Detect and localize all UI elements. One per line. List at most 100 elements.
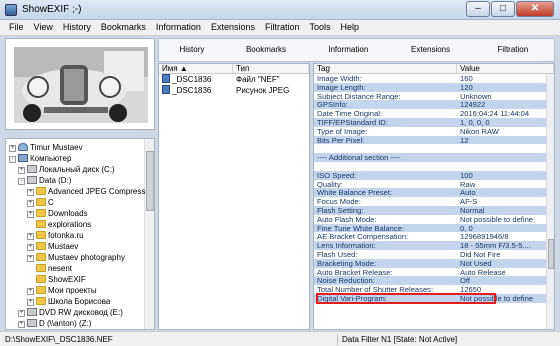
tag-row[interactable]: Type of Image: Nikon RAW xyxy=(314,127,554,136)
tree-item[interactable]: + Mustaev photography xyxy=(27,252,125,263)
tag-value: 2016:04:24 11:44:04 xyxy=(460,109,530,118)
tag-row[interactable] xyxy=(314,144,554,153)
toolbar-information-button[interactable]: Information xyxy=(307,39,389,61)
toolbar-bookmarks-button[interactable]: Bookmarks xyxy=(225,39,307,61)
status-filter: Data Filter N1 [State: Not Active] xyxy=(342,335,458,344)
tag-row[interactable]: Auto Bracket Release: Auto Release xyxy=(314,268,554,277)
expand-toggle-icon[interactable]: + xyxy=(27,255,34,262)
tag-row[interactable] xyxy=(314,162,554,171)
tag-row[interactable] xyxy=(314,303,554,312)
tree-item[interactable]: + D (\\anton) (Z:) xyxy=(18,318,91,329)
toolbar-filtration-button[interactable]: Filtration xyxy=(472,39,554,61)
tree-item[interactable]: + Школа Борисова xyxy=(27,296,110,307)
tag-row[interactable]: Date Time Original: 2016:04:24 11:44:04 xyxy=(314,109,554,118)
expand-toggle-icon[interactable]: + xyxy=(27,200,34,207)
file-row[interactable]: _DSC1836 Рисунок JPEG xyxy=(159,85,309,96)
tag-row[interactable]: Noise Reduction: Off xyxy=(314,276,554,286)
column-name[interactable]: Имя ▲ xyxy=(159,64,233,73)
tree-item[interactable]: + C xyxy=(27,197,54,208)
tag-row[interactable]: TIFF/EPStandard ID: 1, 0, 0, 0 xyxy=(314,117,554,127)
maximize-button[interactable]: □ xyxy=(491,1,515,17)
tree-item[interactable]: nesent xyxy=(27,263,72,274)
menu-information[interactable]: Information xyxy=(151,20,206,35)
menu-file[interactable]: File xyxy=(4,20,29,35)
expand-toggle-icon[interactable]: + xyxy=(18,167,25,174)
menu-extensions[interactable]: Extensions xyxy=(206,20,260,35)
tree-item-label: Локальный диск (C:) xyxy=(39,165,115,174)
tag-row[interactable]: Auto Flash Mode: Not possible to define xyxy=(314,215,554,224)
expand-toggle-icon[interactable]: + xyxy=(18,310,25,317)
drive-icon xyxy=(27,308,37,316)
file-row[interactable]: _DSC1836 Файл "NEF" xyxy=(159,74,309,85)
tag-value: Off xyxy=(460,276,470,286)
tree-item[interactable]: + Downloads xyxy=(27,208,88,219)
menu-view[interactable]: View xyxy=(29,20,58,35)
tree-item[interactable]: + Advanced JPEG Compress xyxy=(27,186,145,197)
tag-scrollbar[interactable] xyxy=(546,74,554,329)
expand-toggle-icon[interactable]: + xyxy=(27,244,34,251)
tag-row[interactable]: GPSInfo: 124922 xyxy=(314,100,554,110)
menu-history[interactable]: History xyxy=(58,20,96,35)
expand-toggle-icon[interactable]: + xyxy=(18,321,25,328)
tag-row[interactable]: AE Bracket Compensation: 1296891946/8 xyxy=(314,232,554,241)
tag-row[interactable]: Image Length: 120 xyxy=(314,82,554,92)
tag-row[interactable]: Bracketing Mode: Not Used xyxy=(314,258,554,268)
tag-row[interactable]: Flash Setting: Normal xyxy=(314,205,554,215)
minimize-button[interactable]: – xyxy=(466,1,490,17)
tag-row[interactable]: Image Width: 160 xyxy=(314,74,554,83)
tag-row[interactable]: Quality: Raw xyxy=(314,180,554,189)
column-type[interactable]: Тип xyxy=(233,64,309,73)
menu-filtration[interactable]: Filtration xyxy=(260,20,305,35)
tree-item[interactable]: + fotonka.ru xyxy=(27,230,84,241)
tree-item[interactable]: explorations xyxy=(27,219,91,230)
tag-row[interactable]: Flash Used: Did Not Fire xyxy=(314,250,554,259)
tree-item[interactable]: - Data (D:) xyxy=(18,175,71,186)
close-button[interactable]: ✕ xyxy=(516,1,554,17)
toolbar-history-button[interactable]: History xyxy=(159,39,225,61)
expand-toggle-icon[interactable]: + xyxy=(27,189,34,196)
tree-scrollbar[interactable] xyxy=(144,139,154,329)
tag-row[interactable]: ---- Additional section ---- xyxy=(314,153,554,162)
expand-toggle-icon[interactable]: + xyxy=(27,288,34,295)
tag-name: Flash Setting: xyxy=(317,205,364,215)
tag-row[interactable]: Lens Information: 18 - 55mm F/3.5-5.... xyxy=(314,241,554,250)
expand-toggle-icon[interactable]: + xyxy=(27,299,34,306)
tree-item[interactable]: + Mustaev xyxy=(27,241,78,252)
expand-toggle-icon[interactable]: - xyxy=(9,156,16,163)
expand-toggle-icon[interactable]: + xyxy=(9,145,16,152)
tag-value xyxy=(457,153,460,162)
expand-toggle-icon[interactable]: - xyxy=(18,178,25,185)
expand-toggle-icon[interactable]: + xyxy=(27,233,34,240)
tag-row[interactable]: Focus Mode: AF-S xyxy=(314,197,554,206)
tree-item[interactable]: + Локальный диск (C:) xyxy=(18,164,115,175)
tag-name xyxy=(314,303,457,312)
tree-item[interactable]: ShowEXIF xyxy=(27,274,86,285)
tag-row[interactable]: Bits Per Pixel: 12 xyxy=(314,135,554,145)
menu-help[interactable]: Help xyxy=(336,20,365,35)
tree-item-label: Mustaev photography xyxy=(48,253,125,262)
tree-item[interactable]: - Компьютер xyxy=(9,153,71,164)
folder-icon xyxy=(36,220,46,228)
tree-item[interactable]: + DVD RW дисковод (E:) xyxy=(18,307,123,318)
tag-name xyxy=(314,144,457,153)
toolbar-extensions-button[interactable]: Extensions xyxy=(389,39,471,61)
tag-row[interactable]: ISO Speed: 100 xyxy=(314,170,554,180)
tree-item[interactable]: + Timur Mustaev xyxy=(9,142,83,153)
column-value[interactable]: Value xyxy=(457,64,554,73)
column-tag[interactable]: Tag xyxy=(314,64,457,73)
tag-value: Auto Release xyxy=(460,267,506,277)
menu-bookmarks[interactable]: Bookmarks xyxy=(96,20,151,35)
tag-row[interactable]: Fine Tune White Balance: 0, 0 xyxy=(314,223,554,233)
tag-value: Auto xyxy=(460,188,476,198)
window-title: ShowEXIF ;-) xyxy=(22,4,82,15)
menu-tools[interactable]: Tools xyxy=(304,20,335,35)
tag-name: Type of Image: xyxy=(317,126,368,136)
car-photo-thumbnail xyxy=(14,47,148,123)
status-bar: D:\ShowEXIF\_DSC1836.NEF Data Filter N1 … xyxy=(0,331,560,346)
tag-row[interactable]: Subject Distance Range: Unknown xyxy=(314,92,554,101)
tree-item-label: ShowEXIF xyxy=(48,275,86,284)
expand-toggle-icon[interactable]: + xyxy=(27,211,34,218)
tree-item[interactable]: + Мои проекты xyxy=(27,285,97,296)
tag-row[interactable]: White Balance Preset: Auto xyxy=(314,188,554,198)
status-file-path: D:\ShowEXIF\_DSC1836.NEF xyxy=(5,335,113,344)
